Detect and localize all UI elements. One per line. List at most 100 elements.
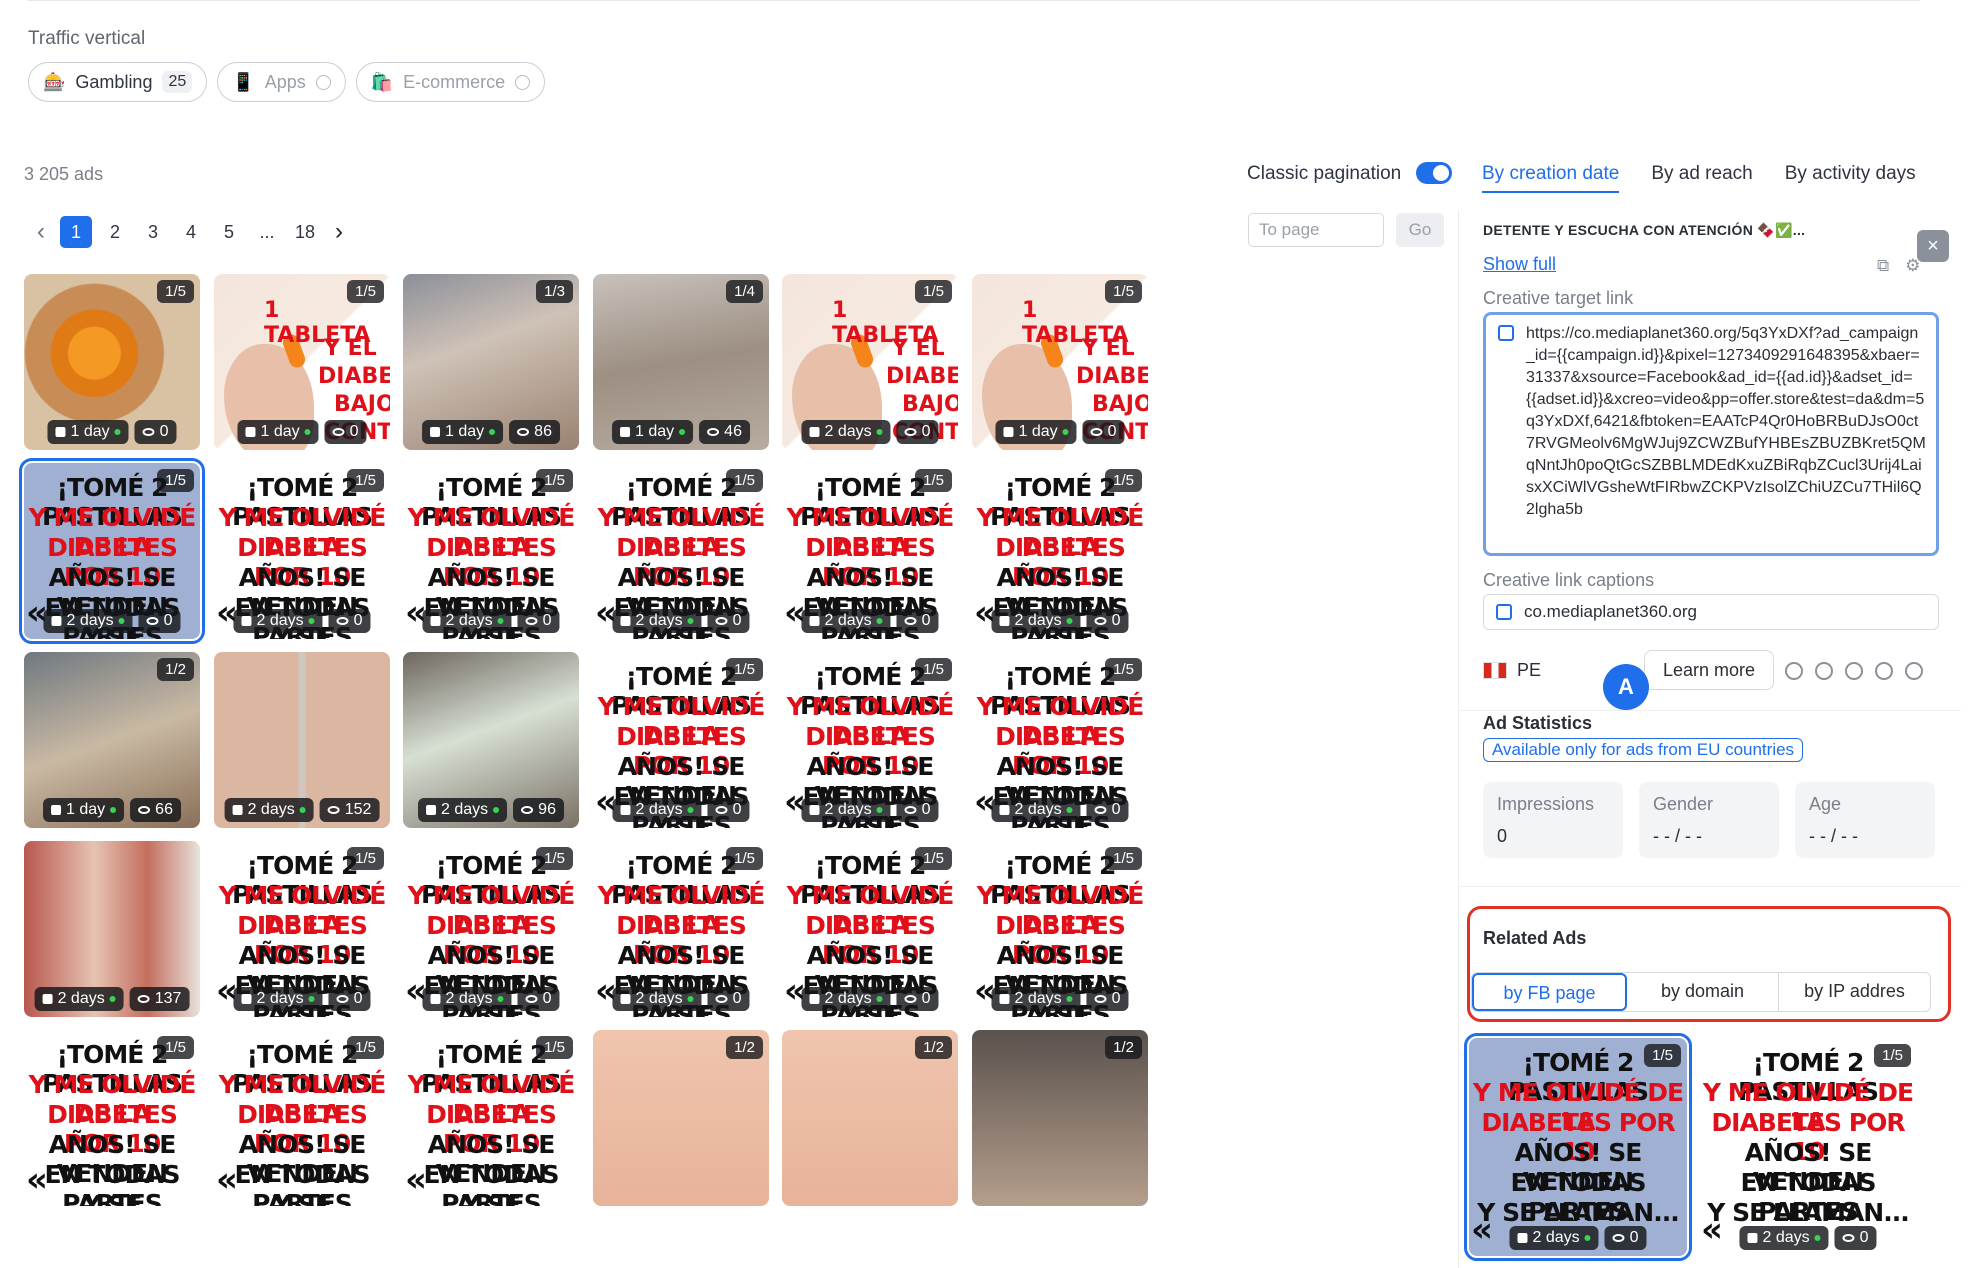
eye-icon	[525, 995, 538, 1003]
active-dot-icon	[308, 618, 315, 624]
eye-icon	[327, 806, 340, 814]
page-3[interactable]: 3	[134, 222, 172, 243]
avatar[interactable]: A	[1603, 664, 1649, 710]
ad-card[interactable]: ¡TOMÉ 2 PASTILLAS Y ME OLVIDÉ DE LA DIABET…	[214, 463, 390, 639]
tab-by-creation-date[interactable]: By creation date	[1482, 163, 1620, 193]
slide-counter: 1/5	[1105, 280, 1142, 303]
ad-card[interactable]: ¡TOMÉ 2 PASTILLAS Y ME OLVIDÉ DE LA DIABET…	[214, 1030, 390, 1206]
days-active-value: 2 days	[1014, 612, 1062, 629]
ad-card[interactable]: 1/2 1 day 66	[24, 652, 200, 828]
ad-stats: 1 day 66	[43, 798, 181, 822]
chevrons-left-icon: «	[216, 593, 238, 633]
tab-by-fb-page[interactable]: by FB page	[1472, 973, 1627, 1011]
show-full-link[interactable]: Show full	[1483, 254, 1556, 275]
chevrons-left-icon: «	[784, 971, 806, 1011]
views-value: 0	[542, 990, 552, 1007]
ad-card[interactable]: ¡TOMÉ 2 PASTILLAS Y ME OLVIDÉ DE LA DIABET…	[593, 463, 769, 639]
chip-gambling[interactable]: 🎰 Gambling 25	[28, 62, 208, 102]
ad-card[interactable]: ¡TOMÉ 2 PASTILLAS Y ME OLVIDÉ DE LA DIABET…	[972, 841, 1148, 1017]
views-badge: 0	[707, 609, 750, 633]
traffic-vertical-label: Traffic vertical	[28, 28, 146, 49]
eye-icon	[1094, 806, 1107, 814]
ad-card[interactable]: 1/2	[972, 1030, 1148, 1206]
ad-card[interactable]: 1/2	[782, 1030, 958, 1206]
days-active-value: 2 days	[824, 423, 872, 440]
link-caption-field[interactable]: co.mediaplanet360.org	[1483, 594, 1939, 630]
eye-icon	[142, 428, 155, 436]
days-active-value: 2 days	[1014, 990, 1062, 1007]
ad-stats: 2 days 0	[801, 609, 939, 633]
ad-card[interactable]: ¡TOMÉ 2 PASTILLAS Y ME OLVIDÉ DE LA DIABET…	[1464, 1033, 1692, 1261]
ad-card[interactable]: 1 TABLETAY ELDIABETESBAJOCONTROL!1/52 da…	[782, 274, 958, 450]
ad-stats: 2 days 0	[612, 987, 750, 1011]
ad-card[interactable]: 1 TABLETAY ELDIABETESBAJOCONTROL!1/51 da…	[214, 274, 390, 450]
tab-by-activity-days[interactable]: By activity days	[1785, 163, 1916, 193]
slide-counter: 1/2	[726, 1036, 763, 1059]
classic-pagination-toggle[interactable]	[1416, 162, 1452, 184]
ad-card[interactable]: ¡TOMÉ 2 PASTILLAS Y ME OLVIDÉ DE LA DIABET…	[972, 652, 1148, 828]
close-icon[interactable]: ×	[1917, 230, 1949, 262]
ad-card[interactable]: 1/5 1 day 0	[24, 274, 200, 450]
ad-card[interactable]: 1/2	[593, 1030, 769, 1206]
ad-card[interactable]: ¡TOMÉ 2 PASTILLAS Y ME OLVIDÉ DE LA DIABET…	[782, 841, 958, 1017]
ad-card[interactable]: ¡TOMÉ 2 PASTILLAS Y ME OLVIDÉ DE LA DIABET…	[24, 1030, 200, 1206]
chevrons-left-icon: «	[216, 971, 238, 1011]
chip-ecommerce[interactable]: 🛍️ E-commerce	[355, 62, 546, 102]
page-4[interactable]: 4	[172, 222, 210, 243]
views-value: 0	[542, 612, 552, 629]
slide-counter: 1/5	[1105, 847, 1142, 870]
views-badge: 0	[707, 987, 750, 1011]
days-active-badge: 2 days	[1739, 1226, 1829, 1250]
days-active-badge: 2 days	[991, 987, 1081, 1011]
chevron-right-icon[interactable]: ›	[324, 218, 354, 246]
ad-card[interactable]: ¡TOMÉ 2 PASTILLAS Y ME OLVIDÉ DE LA DIABET…	[782, 652, 958, 828]
tab-by-domain[interactable]: by domain	[1627, 973, 1779, 1011]
ad-card[interactable]: 2 days 137	[24, 841, 200, 1017]
ad-card[interactable]: 1 TABLETAY ELDIABETESBAJOCONTROL!1/51 da…	[972, 274, 1148, 450]
ad-card[interactable]: ¡TOMÉ 2 PASTILLAS Y ME OLVIDÉ DE LA DIABET…	[214, 841, 390, 1017]
to-page-input[interactable]: To page	[1248, 213, 1384, 247]
views-value: 0	[1111, 612, 1121, 629]
days-active-value: 2 days	[1014, 801, 1062, 818]
ad-stats: 1 day 46	[612, 420, 750, 444]
slide-counter: 1/4	[726, 280, 763, 303]
learn-more-button[interactable]: Learn more	[1644, 650, 1774, 690]
tab-by-ip-address[interactable]: by IP addres	[1779, 973, 1930, 1011]
chevrons-left-icon: «	[784, 782, 806, 822]
ad-card[interactable]: ¡TOMÉ 2 PASTILLAS Y ME OLVIDÉ DE LA DIABET…	[782, 463, 958, 639]
page-2[interactable]: 2	[96, 222, 134, 243]
go-button[interactable]: Go	[1396, 213, 1444, 247]
days-active-badge: 2 days	[801, 609, 891, 633]
ad-card[interactable]: ¡TOMÉ 2 PASTILLAS Y ME OLVIDÉ DE LA DIABET…	[403, 1030, 579, 1206]
ad-card[interactable]: ¡TOMÉ 2 PASTILLAS Y ME OLVIDÉ DE LA DIABET…	[19, 458, 205, 644]
ad-card[interactable]: ¡TOMÉ 2 PASTILLAS Y ME OLVIDÉ DE LA DIABET…	[1699, 1038, 1917, 1256]
chip-apps[interactable]: 📱 Apps	[217, 62, 346, 102]
ad-card[interactable]: 2 days 152	[214, 652, 390, 828]
active-dot-icon	[118, 618, 125, 624]
ad-card[interactable]: 1/3 1 day 86	[403, 274, 579, 450]
page-1[interactable]: 1	[60, 216, 92, 248]
target-link-field[interactable]: https://co.mediaplanet360.org/5q3YxDXf?a…	[1483, 312, 1939, 556]
translate-icon[interactable]: ⚙	[1905, 256, 1920, 276]
ad-card[interactable]: ¡TOMÉ 2 PASTILLAS Y ME OLVIDÉ DE LA DIABET…	[593, 841, 769, 1017]
ads-count: 3 205 ads	[24, 164, 104, 184]
ad-card[interactable]: ¡TOMÉ 2 PASTILLAS Y ME OLVIDÉ DE LA DIABET…	[403, 463, 579, 639]
page-18[interactable]: 18	[286, 222, 324, 243]
tab-by-ad-reach[interactable]: By ad reach	[1651, 163, 1752, 193]
stat-value: 0	[1497, 826, 1508, 846]
ad-card[interactable]: ¡TOMÉ 2 PASTILLAS Y ME OLVIDÉ DE LA DIABET…	[972, 463, 1148, 639]
calendar-icon	[430, 994, 441, 1004]
ad-card[interactable]: 1/4 1 day 46	[593, 274, 769, 450]
page-5[interactable]: 5	[210, 222, 248, 243]
chevron-left-icon[interactable]: ‹	[26, 218, 56, 246]
ad-creative-text: Y SE LLAMAN...	[462, 1190, 521, 1206]
ad-stats: 2 days 0	[1509, 1226, 1647, 1250]
copy-icon[interactable]: ⧉	[1877, 256, 1889, 276]
related-tabs: by FB page by domain by IP addres	[1471, 972, 1931, 1012]
ad-card[interactable]: 2 days 96	[403, 652, 579, 828]
ad-card[interactable]: ¡TOMÉ 2 PASTILLAS Y ME OLVIDÉ DE LA DIABET…	[403, 841, 579, 1017]
calendar-icon	[232, 805, 243, 815]
ad-card[interactable]: ¡TOMÉ 2 PASTILLAS Y ME OLVIDÉ DE LA DIABET…	[593, 652, 769, 828]
views-badge: 46	[699, 420, 750, 444]
eu-only-note[interactable]: Available only for ads from EU countries	[1483, 738, 1804, 762]
